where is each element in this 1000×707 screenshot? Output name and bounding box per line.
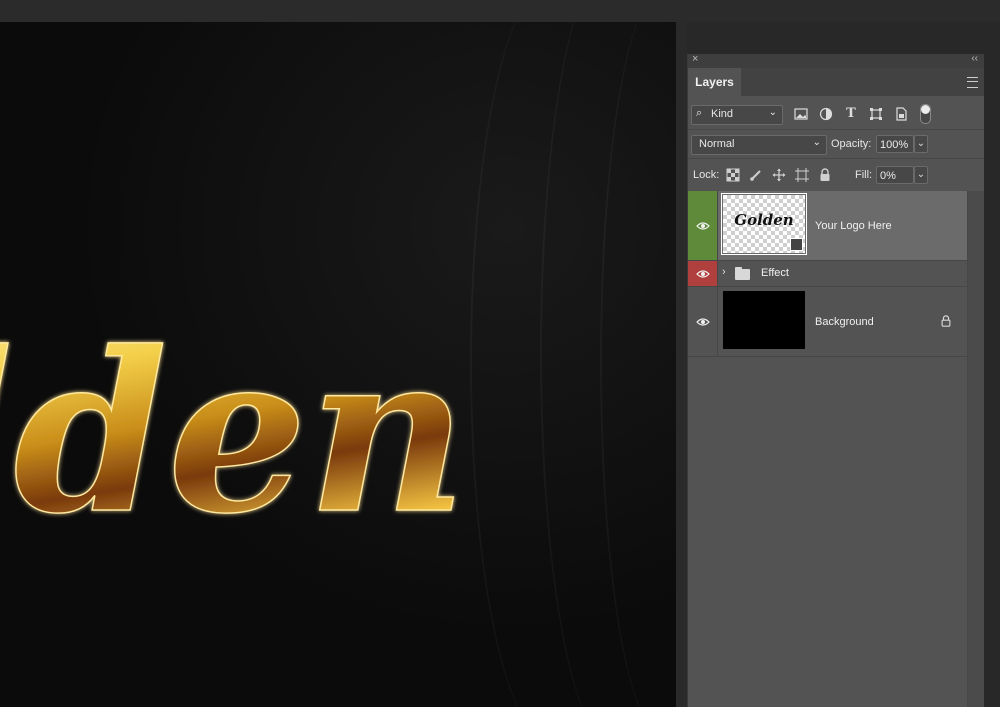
layer-name[interactable]: Your Logo Here: [815, 220, 892, 232]
lock-all-icon[interactable]: [818, 168, 832, 182]
panel-header-strip: × ‹‹: [688, 53, 984, 68]
shape-filter-icon[interactable]: [869, 107, 883, 121]
visibility-toggle[interactable]: [688, 287, 718, 356]
collapse-icon[interactable]: ‹‹: [971, 53, 978, 64]
filter-kind-select[interactable]: ⌕ Kind ⌄: [691, 105, 783, 125]
fill-dropdown[interactable]: ⌄: [914, 166, 928, 184]
blend-mode-value: Normal: [699, 138, 735, 150]
tab-layers[interactable]: Layers: [688, 68, 741, 96]
layer-name[interactable]: Background: [815, 316, 874, 328]
layer-row-your-logo-here[interactable]: Golden Your Logo Here: [688, 191, 968, 261]
smart-object-filter-icon[interactable]: [894, 107, 908, 121]
top-bar: [0, 0, 1000, 22]
fill-field[interactable]: 0%: [876, 166, 914, 184]
chevron-down-icon: ⌄: [812, 137, 821, 148]
layer-name[interactable]: Effect: [761, 267, 789, 279]
type-filter-icon[interactable]: T: [844, 107, 858, 121]
layer-row-background[interactable]: Background: [688, 287, 968, 357]
filter-toggle[interactable]: [920, 104, 931, 124]
layer-thumbnail: Golden: [721, 193, 807, 255]
smart-object-badge-icon: [790, 238, 803, 251]
layer-thumbnail: [723, 291, 805, 349]
lock-row: Lock: Fill: 0% ⌄: [688, 158, 984, 192]
panel-gutter: [676, 22, 687, 707]
visibility-toggle[interactable]: [688, 191, 718, 260]
blend-row: Normal ⌄ Opacity: 100% ⌄: [688, 129, 984, 159]
eye-icon: [696, 318, 710, 326]
filter-row: ⌕ Kind ⌄ T: [688, 96, 984, 130]
lock-position-icon[interactable]: [772, 168, 786, 182]
image-filter-icon[interactable]: [794, 107, 808, 121]
close-icon[interactable]: ×: [692, 53, 698, 65]
folder-icon: [735, 267, 750, 280]
fill-label: Fill:: [855, 169, 873, 181]
golden-text-artwork: lden: [0, 302, 468, 563]
eye-icon: [696, 222, 710, 230]
chevron-down-icon: ⌄: [768, 107, 777, 118]
opacity-label: Opacity:: [831, 138, 872, 150]
search-icon: ⌕: [696, 107, 703, 119]
visibility-toggle[interactable]: [688, 261, 718, 286]
opacity-dropdown[interactable]: ⌄: [914, 135, 928, 153]
panel-tabs: Layers: [688, 68, 984, 96]
lock-icon: [941, 315, 951, 327]
panel-menu-icon[interactable]: [967, 77, 978, 88]
lock-image-pixels-icon[interactable]: [749, 168, 763, 182]
layers-panel: × ‹‹ Layers ⌕ Kind ⌄ T Normal ⌄ Opacity:…: [687, 53, 984, 707]
eye-icon: [696, 270, 710, 278]
thumbnail-logo-text: Golden: [734, 211, 794, 229]
lock-transparent-pixels-icon[interactable]: [726, 168, 740, 182]
adjustment-filter-icon[interactable]: [819, 107, 833, 121]
opacity-field[interactable]: 100%: [876, 135, 914, 153]
filter-kind-label: Kind: [711, 108, 734, 120]
document-canvas[interactable]: lden: [0, 22, 676, 707]
lock-artboard-icon[interactable]: [795, 168, 809, 182]
layer-row-effect[interactable]: › Effect: [688, 261, 968, 287]
layers-scrollbar[interactable]: [967, 191, 984, 707]
blend-mode-select[interactable]: Normal ⌄: [691, 135, 827, 155]
chevron-right-icon[interactable]: ›: [722, 266, 726, 278]
lock-label: Lock:: [693, 169, 720, 181]
canvas-art-text: lden: [0, 303, 467, 562]
